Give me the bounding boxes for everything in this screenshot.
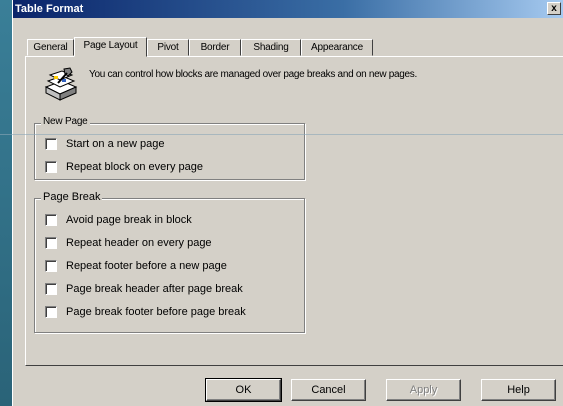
ok-button[interactable]: OK bbox=[205, 378, 282, 402]
tab-label: Border bbox=[200, 42, 230, 53]
checkbox[interactable] bbox=[45, 138, 57, 150]
new-page-group: New Page Start on a new page Repeat bloc… bbox=[34, 116, 305, 180]
checkbox[interactable] bbox=[45, 161, 57, 173]
checkbox[interactable] bbox=[45, 260, 57, 272]
checkbox[interactable] bbox=[45, 283, 57, 295]
tab-appearance[interactable]: Appearance bbox=[301, 39, 373, 56]
wrench-blocks-icon bbox=[44, 67, 78, 101]
checkbox-label: Page break header after page break bbox=[66, 283, 243, 295]
checkbox[interactable] bbox=[45, 306, 57, 318]
help-button[interactable]: Help bbox=[481, 379, 556, 401]
desktop-background bbox=[0, 0, 12, 406]
tab-border[interactable]: Border bbox=[189, 39, 241, 56]
title-bar[interactable]: Table Format x bbox=[13, 0, 563, 18]
checkbox-label: Repeat footer before a new page bbox=[66, 260, 227, 272]
tab-label: Shading bbox=[253, 42, 289, 53]
overlay-line bbox=[0, 134, 563, 135]
checkbox-label: Avoid page break in block bbox=[66, 214, 192, 226]
tab-shading[interactable]: Shading bbox=[241, 39, 301, 56]
page-layout-panel: You can control how blocks are managed o… bbox=[25, 56, 563, 366]
table-format-dialog: Table Format x General Page Layout Pivot… bbox=[12, 0, 563, 406]
checkbox-label: Repeat header on every page bbox=[66, 237, 212, 249]
group-legend-new-page: New Page bbox=[41, 116, 90, 127]
checkbox[interactable] bbox=[45, 214, 57, 226]
button-label: Apply bbox=[409, 384, 438, 396]
tab-label: Page Layout bbox=[83, 40, 138, 51]
tab-general[interactable]: General bbox=[27, 39, 74, 56]
tab-pivot[interactable]: Pivot bbox=[147, 39, 189, 56]
close-icon: x bbox=[551, 3, 557, 14]
group-legend-page-break: Page Break bbox=[41, 191, 103, 203]
button-label: Cancel bbox=[311, 384, 346, 396]
apply-button[interactable]: Apply bbox=[386, 379, 461, 401]
checkbox-label: Repeat block on every page bbox=[66, 161, 203, 173]
tab-page-layout[interactable]: Page Layout bbox=[74, 37, 147, 57]
cancel-button[interactable]: Cancel bbox=[291, 379, 366, 401]
tab-label: Appearance bbox=[311, 42, 363, 53]
checkbox-label: Page break footer before page break bbox=[66, 306, 246, 318]
checkbox-label: Start on a new page bbox=[66, 138, 165, 150]
window-title: Table Format bbox=[15, 3, 84, 15]
tab-label: General bbox=[33, 42, 68, 53]
checkbox[interactable] bbox=[45, 237, 57, 249]
button-label: OK bbox=[235, 384, 252, 396]
page-break-group: Page Break Avoid page break in block Rep… bbox=[34, 191, 305, 333]
tab-label: Pivot bbox=[157, 42, 179, 53]
info-text: You can control how blocks are managed o… bbox=[89, 69, 417, 80]
close-button[interactable]: x bbox=[547, 2, 561, 15]
button-label: Help bbox=[507, 384, 530, 396]
